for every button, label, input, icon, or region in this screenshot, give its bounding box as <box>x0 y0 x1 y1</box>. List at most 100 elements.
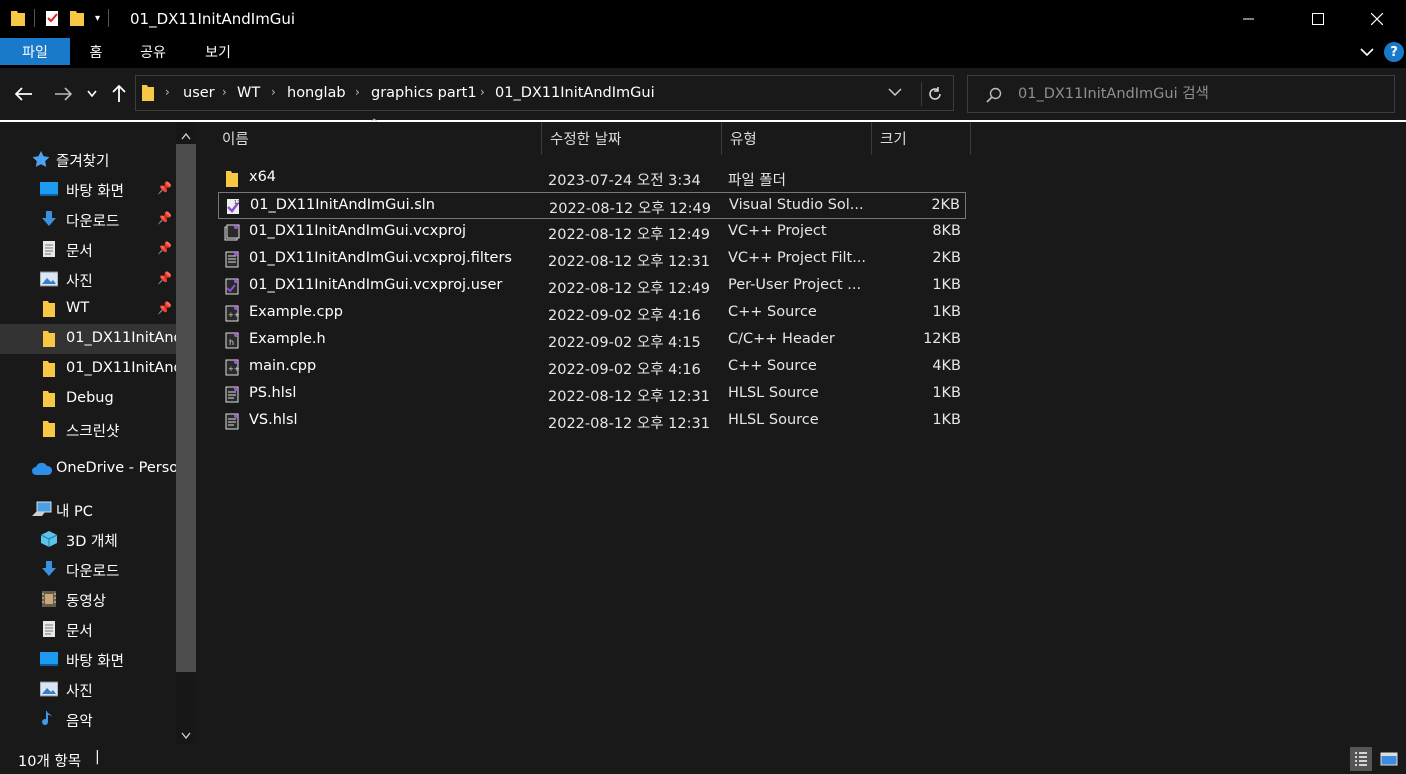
minimize-button[interactable] <box>1226 0 1272 38</box>
sidebar-item-wt[interactable]: WT 📌 <box>0 294 176 324</box>
sidebar-scroll-thumb[interactable] <box>176 144 196 672</box>
file-row-filters[interactable]: 01_DX11InitAndImGui.vcxproj.filters 2022… <box>218 246 966 273</box>
recent-locations-button[interactable] <box>82 82 102 106</box>
file-row-example-h[interactable]: h Example.h 2022-09-02 오후 4:15 C/C++ Hea… <box>218 327 966 354</box>
column-label: 크기 <box>880 132 907 148</box>
file-date: 2022-08-12 오후 12:49 <box>548 227 710 243</box>
sidebar-item-label: Debug <box>66 390 114 406</box>
sidebar-item-label: 01_DX11InitAndImGui <box>66 360 176 376</box>
file-size: 4KB <box>932 358 961 374</box>
expand-ribbon-button[interactable] <box>1358 42 1376 62</box>
sidebar-item-pc-pictures[interactable]: 사진 <box>0 674 176 704</box>
download-icon <box>42 561 56 576</box>
file-type: C/C++ Header <box>728 331 835 347</box>
new-folder-icon[interactable] <box>69 9 85 27</box>
column-header-size[interactable]: 크기 <box>872 122 971 155</box>
breadcrumb-current-folder[interactable]: 01_DX11InitAndImGui <box>495 85 655 101</box>
sidebar-item-desktop[interactable]: 바탕 화면 📌 <box>0 174 176 204</box>
file-size: 2KB <box>932 250 961 266</box>
address-history-button[interactable] <box>888 86 902 102</box>
sidebar-item-label: 01_DX11InitAndImGui <box>66 330 176 346</box>
sidebar-item-downloads[interactable]: 다운로드 📌 <box>0 204 176 234</box>
tab-view[interactable]: 보기 <box>192 38 244 65</box>
breadcrumb-separator[interactable]: › <box>480 85 485 99</box>
folder-icon <box>142 85 154 101</box>
up-button[interactable] <box>107 82 131 106</box>
folder-icon <box>43 331 55 347</box>
column-header-type[interactable]: 유형 <box>722 122 872 155</box>
sidebar-scrollbar[interactable] <box>176 122 196 744</box>
file-name: Example.h <box>249 331 326 347</box>
file-row-sln[interactable]: 17 01_DX11InitAndImGui.sln 2022-08-12 오후… <box>218 192 966 219</box>
scroll-down-icon[interactable] <box>181 728 191 744</box>
close-button[interactable] <box>1354 0 1400 38</box>
file-row-vcxproj[interactable]: 01_DX11InitAndImGui.vcxproj 2022-08-12 오… <box>218 219 966 246</box>
sidebar-item-this-pc[interactable]: 내 PC <box>0 494 176 524</box>
scroll-up-icon[interactable] <box>181 128 191 144</box>
sidebar-item-01-dx11initandimgui[interactable]: 01_DX11InitAndImGui <box>0 324 176 354</box>
navigation-pane: 즐겨찾기 바탕 화면 📌 다운로드 📌 문서 📌 사진 📌 WT 📌 01_DX… <box>0 122 196 744</box>
sidebar-item-music[interactable]: 음악 <box>0 704 176 734</box>
file-row-x64[interactable]: x64 2023-07-24 오전 3:34 파일 폴더 <box>218 165 966 192</box>
column-header-date[interactable]: 수정한 날짜 <box>542 122 722 155</box>
picture-icon <box>40 271 58 287</box>
details-view-button[interactable] <box>1350 747 1372 771</box>
properties-icon[interactable] <box>43 9 61 27</box>
file-type: C++ Source <box>728 304 817 320</box>
help-icon[interactable]: ? <box>1384 42 1404 62</box>
header-file-icon: h <box>225 332 239 349</box>
breadcrumb-graphics-part1[interactable]: graphics part1 <box>371 85 477 101</box>
breadcrumb-separator[interactable]: › <box>165 85 170 99</box>
sidebar-item-onedrive[interactable]: OneDrive - Personal <box>0 454 176 484</box>
sidebar-item-documents[interactable]: 문서 📌 <box>0 234 176 264</box>
sidebar-item-videos[interactable]: 동영상 <box>0 584 176 614</box>
breadcrumb-user[interactable]: user <box>183 85 215 101</box>
file-row-main-cpp[interactable]: ++ main.cpp 2022-09-02 오후 4:16 C++ Sourc… <box>218 354 966 381</box>
item-count: 10개 항목 <box>18 754 82 770</box>
file-name: 01_DX11InitAndImGui.sln <box>250 197 435 213</box>
sidebar-item-quick-access[interactable]: 즐겨찾기 <box>0 144 176 174</box>
file-row-vs-hlsl[interactable]: VS.hlsl 2022-08-12 오후 12:31 HLSL Source … <box>218 408 966 435</box>
hlsl-file-icon <box>225 386 239 403</box>
filters-file-icon <box>225 251 239 268</box>
column-header-name[interactable]: 이름 ^ <box>214 118 542 155</box>
breadcrumb-honglab[interactable]: honglab <box>287 85 346 101</box>
file-name: 01_DX11InitAndImGui.vcxproj <box>249 223 467 239</box>
customize-toolbar-icon[interactable]: ▾ <box>95 13 100 24</box>
sidebar-item-pc-desktop[interactable]: 바탕 화면 <box>0 644 176 674</box>
tab-share[interactable]: 공유 <box>128 38 178 65</box>
large-icons-view-button[interactable] <box>1378 748 1400 770</box>
file-row-example-cpp[interactable]: ++ Example.cpp 2022-09-02 오후 4:16 C++ So… <box>218 300 966 327</box>
search-input[interactable] <box>1016 85 1380 103</box>
tab-file[interactable]: 파일 <box>0 38 70 65</box>
refresh-button[interactable] <box>921 82 948 106</box>
breadcrumb-separator[interactable]: › <box>222 85 227 99</box>
back-button[interactable] <box>12 82 36 106</box>
sidebar-item-3d-objects[interactable]: 3D 개체 <box>0 524 176 554</box>
forward-button[interactable] <box>51 82 75 106</box>
folder-icon <box>226 171 238 187</box>
sidebar-item-01-dx11initandimgui-2[interactable]: 01_DX11InitAndImGui <box>0 354 176 384</box>
file-date: 2022-08-12 오후 12:31 <box>548 254 710 270</box>
navigation-bar: › user › WT › honglab › graphics part1 ›… <box>0 68 1406 122</box>
sidebar-item-debug[interactable]: Debug <box>0 384 176 414</box>
sidebar-item-label: 다운로드 <box>66 564 120 580</box>
sidebar-item-screenshots[interactable]: 스크린샷 <box>0 414 176 444</box>
music-icon <box>42 711 52 726</box>
maximize-button[interactable] <box>1295 0 1341 38</box>
sidebar-item-pc-downloads[interactable]: 다운로드 <box>0 554 176 584</box>
sidebar-item-pc-documents[interactable]: 문서 <box>0 614 176 644</box>
search-box[interactable] <box>967 75 1395 113</box>
file-type: HLSL Source <box>728 385 819 401</box>
file-row-ps-hlsl[interactable]: PS.hlsl 2022-08-12 오후 12:31 HLSL Source … <box>218 381 966 408</box>
address-bar[interactable]: › user › WT › honglab › graphics part1 ›… <box>135 75 954 111</box>
chevron-down-icon <box>888 88 902 97</box>
tab-home[interactable]: 홈 <box>74 38 118 65</box>
breadcrumb-wt[interactable]: WT <box>237 85 260 101</box>
breadcrumb-separator[interactable]: › <box>355 85 360 99</box>
sidebar-item-pictures[interactable]: 사진 📌 <box>0 264 176 294</box>
breadcrumb-separator[interactable]: › <box>271 85 276 99</box>
file-row-user[interactable]: 01_DX11InitAndImGui.vcxproj.user 2022-08… <box>218 273 966 300</box>
window-title: 01_DX11InitAndImGui <box>130 10 296 28</box>
folder-icon <box>43 301 55 317</box>
